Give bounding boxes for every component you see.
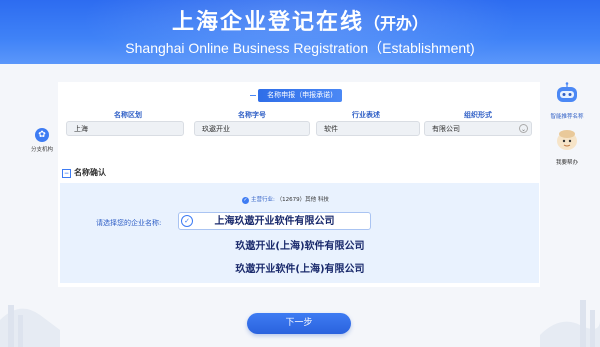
- next-step-button[interactable]: 下一步: [247, 313, 351, 334]
- label-industry: 行业表述: [352, 111, 380, 119]
- decorative-skyline-right: [540, 300, 600, 347]
- industry-value: （12679）其他 科技: [276, 197, 329, 203]
- org-form-select[interactable]: 有限公司 ⌄: [424, 121, 532, 136]
- name-confirm-heading: − 名称确认: [62, 167, 106, 178]
- name-trade-input[interactable]: 玖遨开业: [194, 121, 310, 136]
- page-title: 上海企业登记在线（开办）: [0, 4, 600, 36]
- org-form-value: 有限公司: [432, 125, 460, 133]
- title-cn-suffix: （开办）: [364, 14, 429, 33]
- label-name-region: 名称区划: [114, 111, 142, 119]
- minus-box-icon[interactable]: −: [62, 169, 71, 178]
- industry-info-icon: ✓: [242, 197, 249, 204]
- branch-office-link[interactable]: ✿ 分支机构: [30, 128, 54, 153]
- choose-company-name-label: 请选择您的企业名称:: [96, 219, 162, 227]
- smart-name-recommend-button[interactable]: 智能推荐名称: [546, 82, 588, 120]
- assist-label: 我要帮办: [555, 160, 578, 166]
- title-cn-main: 上海企业登记在线: [171, 10, 364, 35]
- robot-icon: [557, 82, 577, 102]
- page-header: 上海企业登记在线（开办） Shanghai Online Business Re…: [0, 0, 600, 64]
- label-name-trade: 名称字号: [238, 111, 266, 119]
- branch-office-label: 分支机构: [30, 147, 53, 153]
- branch-icon: ✿: [35, 128, 49, 142]
- industry-label: 主营行业:: [251, 197, 275, 203]
- industry-input[interactable]: 软件: [316, 121, 420, 136]
- assistant-icon: [557, 130, 577, 150]
- smart-name-recommend-label: 智能推荐名称: [550, 114, 584, 120]
- section-tab-name-declaration: 名称申报（申报承诺): [250, 89, 342, 102]
- name-region-input[interactable]: 上海: [66, 121, 184, 136]
- name-confirm-title: 名称确认: [74, 168, 106, 177]
- label-org-form: 组织形式: [464, 111, 492, 119]
- assist-button[interactable]: 我要帮办: [546, 128, 588, 166]
- company-name-option[interactable]: 玖遨开业软件(上海)有限公司: [0, 260, 600, 275]
- company-name-option[interactable]: 玖遨开业(上海)软件有限公司: [0, 237, 600, 252]
- company-name-option-selected[interactable]: 上海玖遨开业软件有限公司: [178, 212, 371, 230]
- chevron-down-icon[interactable]: ⌄: [519, 124, 528, 133]
- main-industry-info: ✓ 主营行业: （12679）其他 科技: [242, 195, 329, 204]
- check-circle-icon: ✓: [181, 215, 193, 227]
- page-subtitle-en: Shanghai Online Business Registration（Es…: [125, 40, 475, 56]
